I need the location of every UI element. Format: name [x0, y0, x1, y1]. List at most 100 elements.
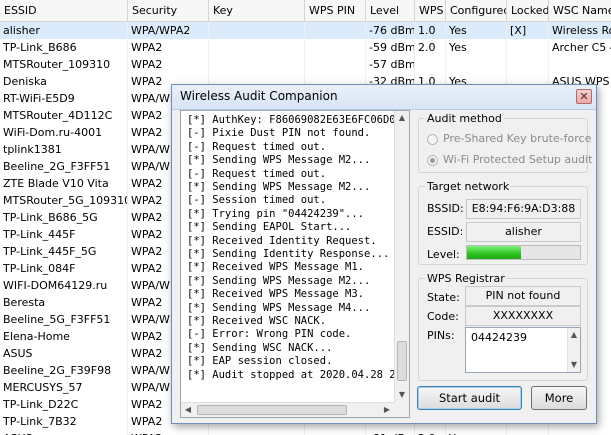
table-cell	[549, 430, 611, 435]
log-line: [*] Received WSC NACK.	[187, 315, 327, 327]
dialog-title: Wireless Audit Companion	[180, 89, 338, 103]
scroll-up-icon[interactable]: ▲	[568, 328, 580, 342]
log-line: [*] Sending WPS Message M4...	[187, 301, 371, 314]
bssid-field: E8:94:F6:9A:D3:88	[466, 199, 581, 219]
table-cell: TP-Link_B686	[0, 39, 128, 56]
pins-scrollbar[interactable]: ▲ ▼	[567, 328, 580, 372]
table-cell: WPA2	[128, 39, 209, 56]
signal-level-bar	[466, 245, 581, 260]
table-cell: alisher	[0, 22, 128, 39]
table-cell: 2.0	[415, 39, 446, 56]
more-button[interactable]: More	[531, 386, 587, 410]
table-cell: Yes	[446, 430, 507, 435]
table-cell: WPA2	[128, 56, 209, 73]
radio-psk-label: Pre-Shared Key brute-force	[443, 132, 592, 145]
log-vertical-scrollbar[interactable]: ▲ ▼	[394, 111, 409, 402]
pin-item[interactable]: 04424239	[471, 331, 527, 344]
log-hscroll-thumb[interactable]	[197, 405, 347, 415]
table-cell	[415, 56, 446, 73]
table-cell: 1.0	[415, 22, 446, 39]
log-scroll-thumb[interactable]	[397, 341, 407, 381]
log-line: [-] Session timed out.	[187, 194, 327, 207]
start-audit-button[interactable]: Start audit	[417, 386, 522, 410]
table-row[interactable]: TP-Link_B686 WPA2 -59 dBm 2.0 Yes Archer C5 4	[0, 39, 611, 56]
log-line: [-] Request timed out.	[187, 140, 327, 153]
essid-field: alisher	[466, 222, 581, 242]
table-cell: WPA2	[128, 430, 209, 435]
close-icon[interactable]: ✕	[576, 89, 592, 104]
column-header-security[interactable]: Security	[128, 0, 209, 21]
table-cell: WIFI-DOM64129.ru	[0, 277, 128, 294]
column-header-key[interactable]: Key	[209, 0, 305, 21]
table-cell: MTSRouter_4D112C	[0, 107, 128, 124]
state-field: PIN not found	[465, 286, 581, 306]
bssid-label: BSSID:	[427, 202, 464, 215]
column-header-wps[interactable]: WPS	[415, 0, 446, 21]
table-cell: TP-Link_B686_5G	[0, 209, 128, 226]
column-header-level[interactable]: Level	[366, 0, 415, 21]
level-label: Level:	[427, 248, 460, 261]
table-cell: 2.0	[415, 430, 446, 435]
table-cell: Archer C5 4	[549, 39, 611, 56]
table-header: ESSID Security Key WPS PIN Level WPS Con…	[0, 0, 611, 22]
log-line: [*] Sending WPS Message M2...	[187, 274, 371, 287]
log-line: [*] Sending WSC NACK...	[187, 341, 333, 354]
audit-dialog: Wireless Audit Companion ✕ [*] AuthKey: …	[171, 84, 597, 424]
log-line: [*] Trying pin "04424239"...	[187, 207, 365, 220]
wps-registrar-label: WPS Registrar	[425, 272, 507, 285]
column-header-locked[interactable]: Locked	[507, 0, 549, 21]
scroll-left-icon[interactable]: ◀	[181, 403, 195, 417]
scroll-down-icon[interactable]: ▼	[395, 388, 409, 402]
radio-psk-brute-force	[427, 134, 438, 145]
table-cell: tplink1381	[0, 141, 128, 158]
table-cell: ASUS	[0, 345, 128, 362]
table-cell	[209, 56, 305, 73]
pins-list[interactable]: 04424239 ▲ ▼	[465, 327, 581, 373]
table-cell: WPA/WPA2	[128, 22, 209, 39]
table-cell: ZTE Blade V10 Vita	[0, 175, 128, 192]
scroll-down-icon[interactable]: ▼	[568, 358, 580, 372]
table-cell	[209, 22, 305, 39]
target-network-label: Target network	[425, 180, 512, 193]
log-horizontal-scrollbar[interactable]: ◀ ▶	[181, 402, 394, 417]
table-row[interactable]: alisher WPA/WPA2 -76 dBm 1.0 Yes [X] Wireless …	[0, 22, 611, 39]
table-cell: TP-Link_7B32	[0, 413, 128, 430]
table-cell	[305, 56, 366, 73]
essid-label: ESSID:	[427, 225, 464, 238]
log-line: [-] Request timed out.	[187, 167, 327, 180]
wps-registrar-group: WPS Registrar State: PIN not found Code:…	[418, 272, 588, 381]
scroll-up-icon[interactable]: ▲	[395, 111, 409, 125]
table-cell: TP-Link_445F_5G	[0, 243, 128, 260]
table-cell: RT-WiFi-E5D9	[0, 90, 128, 107]
column-header-configured[interactable]: Configured	[446, 0, 507, 21]
table-cell: TP-Link_084F	[0, 260, 128, 277]
table-cell: Yes	[446, 22, 507, 39]
column-header-wps-pin[interactable]: WPS PIN	[305, 0, 366, 21]
log-line: [*] Sending WPS Message M2...	[187, 154, 371, 167]
table-row[interactable]: MTSRouter_109310 WPA2 -57 dBm	[0, 56, 611, 73]
table-cell	[446, 56, 507, 73]
log-line: [*] Received WPS Message M1.	[187, 261, 365, 274]
table-row[interactable]: ASUSWPA2 -81 dBm2.0Yes	[0, 430, 611, 435]
code-field: XXXXXXXX	[465, 306, 581, 326]
column-header-essid[interactable]: ESSID	[0, 0, 128, 21]
log-line: [*] AuthKey: F86069082E63E6FC06D0	[187, 114, 396, 126]
table-cell: TP-Link_D22C	[0, 396, 128, 413]
table-cell: ASUS	[0, 430, 128, 435]
table-cell	[209, 39, 305, 56]
dialog-title-bar[interactable]: Wireless Audit Companion ✕	[172, 85, 596, 110]
radio-wps-label: Wi-Fi Protected Setup audit	[443, 153, 593, 166]
table-cell	[305, 39, 366, 56]
signal-level-fill	[467, 246, 522, 259]
column-header-wsc-name[interactable]: WSC Name	[549, 0, 611, 21]
table-cell	[549, 56, 611, 73]
audit-method-group: Audit method Pre-Shared Key brute-force …	[418, 112, 592, 173]
table-cell: TP-Link_445F	[0, 226, 128, 243]
audit-log[interactable]: [*] AuthKey: F86069082E63E6FC06D0 [-] Pix…	[180, 110, 410, 418]
log-line: [-] Error: Wrong PIN code.	[187, 328, 352, 341]
table-cell: Wireless Rou	[549, 22, 611, 39]
table-cell: Beresta	[0, 294, 128, 311]
log-line: [*] Audit stopped at 2020.04.28 2:	[187, 368, 402, 381]
table-cell: Deniska	[0, 73, 128, 90]
scroll-right-icon[interactable]: ▶	[380, 403, 394, 417]
